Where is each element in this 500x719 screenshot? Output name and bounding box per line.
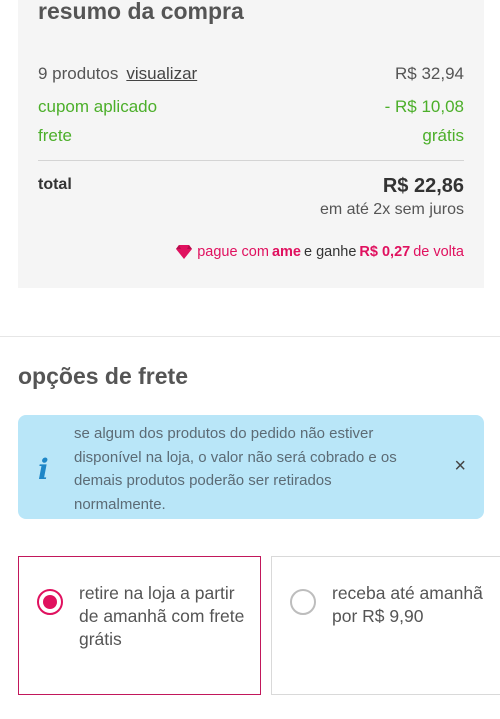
ame-middle: e ganhe: [303, 244, 357, 260]
view-products-link[interactable]: visualizar: [126, 64, 197, 83]
delivery-option-label: receba até amanhã por R$ 9,90: [332, 583, 483, 626]
coupon-label: cupom aplicado: [38, 97, 158, 116]
ame-prefix: pague com: [197, 244, 269, 260]
ame-amount: R$ 0,27: [359, 244, 411, 260]
pickup-info-banner: i se algum dos produtos do pedido não es…: [18, 415, 484, 519]
pickup-option-label: retire na loja a partir de amanhã com fr…: [79, 583, 245, 649]
info-banner-text: se algum dos produtos do pedido não esti…: [74, 425, 397, 513]
radio-unselected[interactable]: [290, 589, 316, 615]
total-value: R$ 22,86: [382, 175, 464, 197]
summary-divider: [38, 160, 464, 161]
radio-selected[interactable]: [37, 589, 63, 615]
products-row-label: 9 produtos visualizar: [38, 64, 197, 84]
diamond-icon: [176, 245, 193, 259]
shipping-label: frete: [38, 126, 73, 145]
installments-text: em até 2x sem juros: [319, 201, 464, 218]
order-summary-card: resumo da compra 9 produtos visualizar R$…: [18, 0, 484, 288]
shipping-value: grátis: [422, 126, 464, 145]
shipping-option-pickup[interactable]: retire na loja a partir de amanhã com fr…: [18, 556, 261, 695]
shipping-option-delivery[interactable]: receba até amanhã por R$ 9,90: [271, 556, 500, 695]
ame-cashback-banner: pague com ame e ganhe R$ 0,27 de volta: [176, 244, 464, 260]
total-label: total: [38, 176, 72, 193]
ame-brand: ame: [271, 244, 301, 260]
products-value: R$ 32,94: [395, 64, 464, 83]
summary-title: resumo da compra: [38, 0, 244, 24]
coupon-value: - R$ 10,08: [384, 97, 464, 116]
products-count: 9 produtos: [38, 64, 119, 83]
section-divider: [0, 336, 500, 337]
shipping-options-title: opções de frete: [18, 363, 188, 389]
info-icon: i: [38, 453, 49, 486]
ame-suffix: de volta: [413, 244, 464, 260]
close-icon[interactable]: ×: [454, 455, 466, 478]
